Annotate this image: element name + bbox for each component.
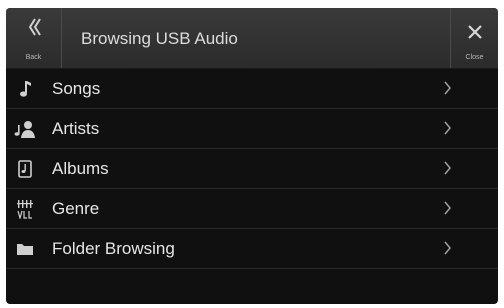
album-icon [14,159,36,179]
menu-list: Songs Artists Albums Genre Folder Browsi… [6,69,498,269]
artist-icon [14,119,36,139]
menu-item-songs[interactable]: Songs [6,69,498,109]
header-bar: Back Browsing USB Audio Close [6,8,498,69]
menu-item-artists[interactable]: Artists [6,109,498,149]
menu-item-label: Artists [52,119,100,138]
menu-item-label: Folder Browsing [52,239,175,258]
chevron-right-icon [444,121,452,140]
menu-item-genre[interactable]: Genre [6,189,498,229]
close-label: Close [465,54,484,61]
close-button[interactable]: Close [450,8,498,68]
page-title: Browsing USB Audio [81,29,238,48]
chevron-right-icon [444,201,452,220]
close-icon [468,25,482,44]
chevron-right-icon [444,161,452,180]
menu-item-label: Albums [52,159,109,178]
chevron-right-icon [444,241,452,260]
music-note-icon [14,79,36,99]
menu-item-albums[interactable]: Albums [6,149,498,189]
menu-item-folder-browsing[interactable]: Folder Browsing [6,229,498,269]
audio-browser-screen: Back Browsing USB Audio Close Songs Arti… [6,8,498,304]
genre-icon [14,199,36,219]
folder-icon [14,239,36,259]
back-label: Back [25,54,42,61]
chevron-right-icon [444,81,452,100]
menu-item-label: Songs [52,79,101,98]
menu-item-label: Genre [52,199,100,218]
double-chevron-left-icon [28,18,41,41]
back-button[interactable]: Back [6,8,62,68]
